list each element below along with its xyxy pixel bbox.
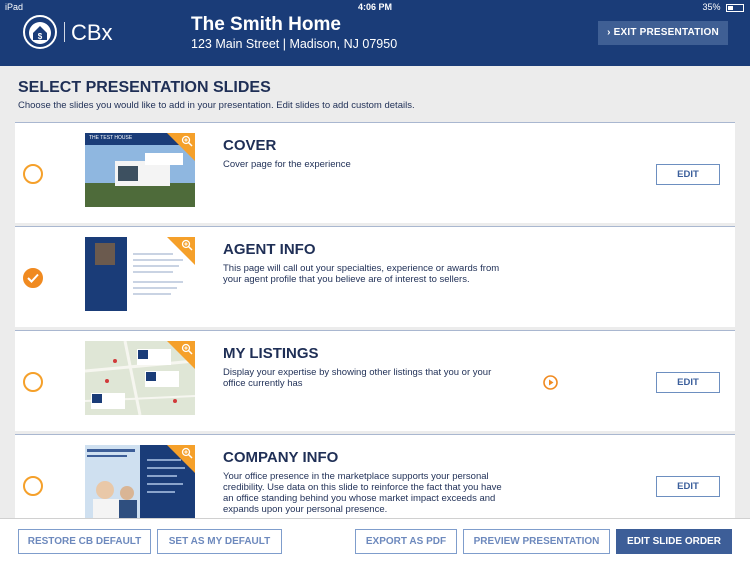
battery-icon (726, 3, 744, 12)
set-as-my-default-button[interactable]: SET AS MY DEFAULT (157, 529, 282, 554)
chevron-right-icon: › (607, 27, 611, 38)
slide-thumbnail-my-listings[interactable] (85, 341, 195, 415)
slide-select-radio[interactable] (23, 476, 43, 496)
zoom-in-icon[interactable] (181, 447, 193, 459)
brand-name: CBx (71, 20, 113, 45)
preview-presentation-button[interactable]: PREVIEW PRESENTATION (463, 529, 610, 554)
slide-title: AGENT INFO (223, 241, 316, 258)
section-subtitle: Choose the slides you would like to add … (18, 100, 415, 111)
slide-title: COMPANY INFO (223, 449, 339, 466)
page-title: The Smith Home (191, 14, 341, 35)
edit-slide-order-button[interactable]: EDIT SLIDE ORDER (616, 529, 732, 554)
slide-thumbnail-company-info[interactable] (85, 445, 195, 519)
slide-row-my-listings[interactable]: MY LISTINGS Display your expertise by sh… (15, 330, 735, 431)
slide-description: Cover page for the experience (223, 159, 351, 170)
slide-select-radio-checked[interactable] (23, 268, 43, 288)
home-address: 123 Main Street | Madison, NJ 07950 (191, 37, 398, 51)
edit-slide-button[interactable]: EDIT (656, 164, 720, 185)
slide-select-radio[interactable] (23, 372, 43, 392)
slide-title: MY LISTINGS (223, 345, 319, 362)
slide-thumbnail-agent-info[interactable] (85, 237, 195, 311)
slide-description: Your office presence in the marketplace … (223, 471, 502, 515)
slide-thumbnail-cover[interactable]: THE TEST HOUSE (85, 133, 195, 207)
slide-row-company-info[interactable]: COMPANY INFO Your office presence in the… (15, 434, 735, 519)
slide-row-cover[interactable]: THE TEST HOUSE COVER Cover page for the … (15, 122, 735, 223)
app-header: iPad 4:06 PM 35% $ CBx The Smith Home 12… (0, 0, 750, 66)
slide-row-agent-info[interactable]: AGENT INFO This page will call out your … (15, 226, 735, 327)
slide-description: This page will call out your specialties… (223, 263, 500, 285)
export-as-pdf-button[interactable]: EXPORT AS PDF (355, 529, 457, 554)
zoom-in-icon[interactable] (181, 343, 193, 355)
slide-description: Display your expertise by showing other … (223, 367, 492, 389)
status-bar: iPad 4:06 PM 35% (0, 0, 750, 15)
bottom-toolbar: RESTORE CB DEFAULT SET AS MY DEFAULT EXP… (0, 518, 750, 563)
checkmark-icon (27, 273, 39, 283)
cb-logo-icon: $ (23, 15, 57, 49)
slide-thumb-caption: THE TEST HOUSE (89, 135, 133, 141)
exit-presentation-button[interactable]: › EXIT PRESENTATION (598, 21, 728, 45)
play-video-icon[interactable] (543, 375, 558, 390)
edit-slide-button[interactable]: EDIT (656, 372, 720, 393)
battery-status: 35% (702, 2, 744, 12)
edit-slide-button[interactable]: EDIT (656, 476, 720, 497)
logo-divider (64, 22, 65, 42)
battery-percent: 35% (702, 2, 721, 12)
exit-presentation-label: EXIT PRESENTATION (613, 27, 719, 38)
restore-cb-default-button[interactable]: RESTORE CB DEFAULT (18, 529, 151, 554)
slide-select-radio[interactable] (23, 164, 43, 184)
section-title: SELECT PRESENTATION SLIDES (18, 79, 271, 96)
zoom-in-icon[interactable] (181, 135, 193, 147)
slide-title: COVER (223, 137, 277, 154)
svg-text:$: $ (38, 32, 43, 41)
clock: 4:06 PM (357, 2, 392, 12)
zoom-in-icon[interactable] (181, 239, 193, 251)
